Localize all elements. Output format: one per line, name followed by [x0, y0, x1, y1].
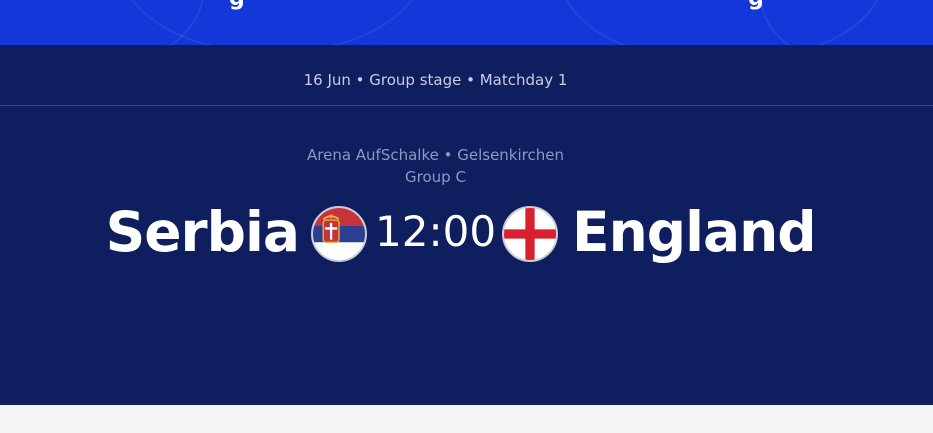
scoreline: Serbia 12:00 England — [0, 200, 933, 264]
venue-name: Arena AufSchalke • Gelsenkirchen — [307, 146, 564, 164]
match-info-bar: 16 Jun • Group stage • Matchday 1 — [0, 45, 933, 106]
banner-text-fragment: g — [229, 0, 245, 11]
content-area-edge — [0, 405, 933, 433]
group-name: Group C — [405, 168, 466, 186]
match-header: 16 Jun • Group stage • Matchday 1 Arena … — [0, 45, 933, 405]
serbia-flag-graphic — [313, 208, 365, 260]
serbia-flag-icon — [311, 206, 367, 262]
match-meta: 16 Jun • Group stage • Matchday 1 — [303, 71, 568, 89]
banner-text-fragment: g — [748, 0, 764, 11]
top-banner: g g — [0, 0, 933, 45]
kickoff-time: 12:00 — [375, 207, 497, 256]
england-flag-graphic — [504, 208, 556, 260]
away-team-name[interactable]: England — [572, 200, 817, 264]
banner-decoration — [760, 0, 933, 45]
venue-info: Arena AufSchalke • Gelsenkirchen Group C — [0, 144, 871, 188]
home-team-name[interactable]: Serbia — [106, 200, 300, 264]
england-flag-icon — [502, 206, 558, 262]
